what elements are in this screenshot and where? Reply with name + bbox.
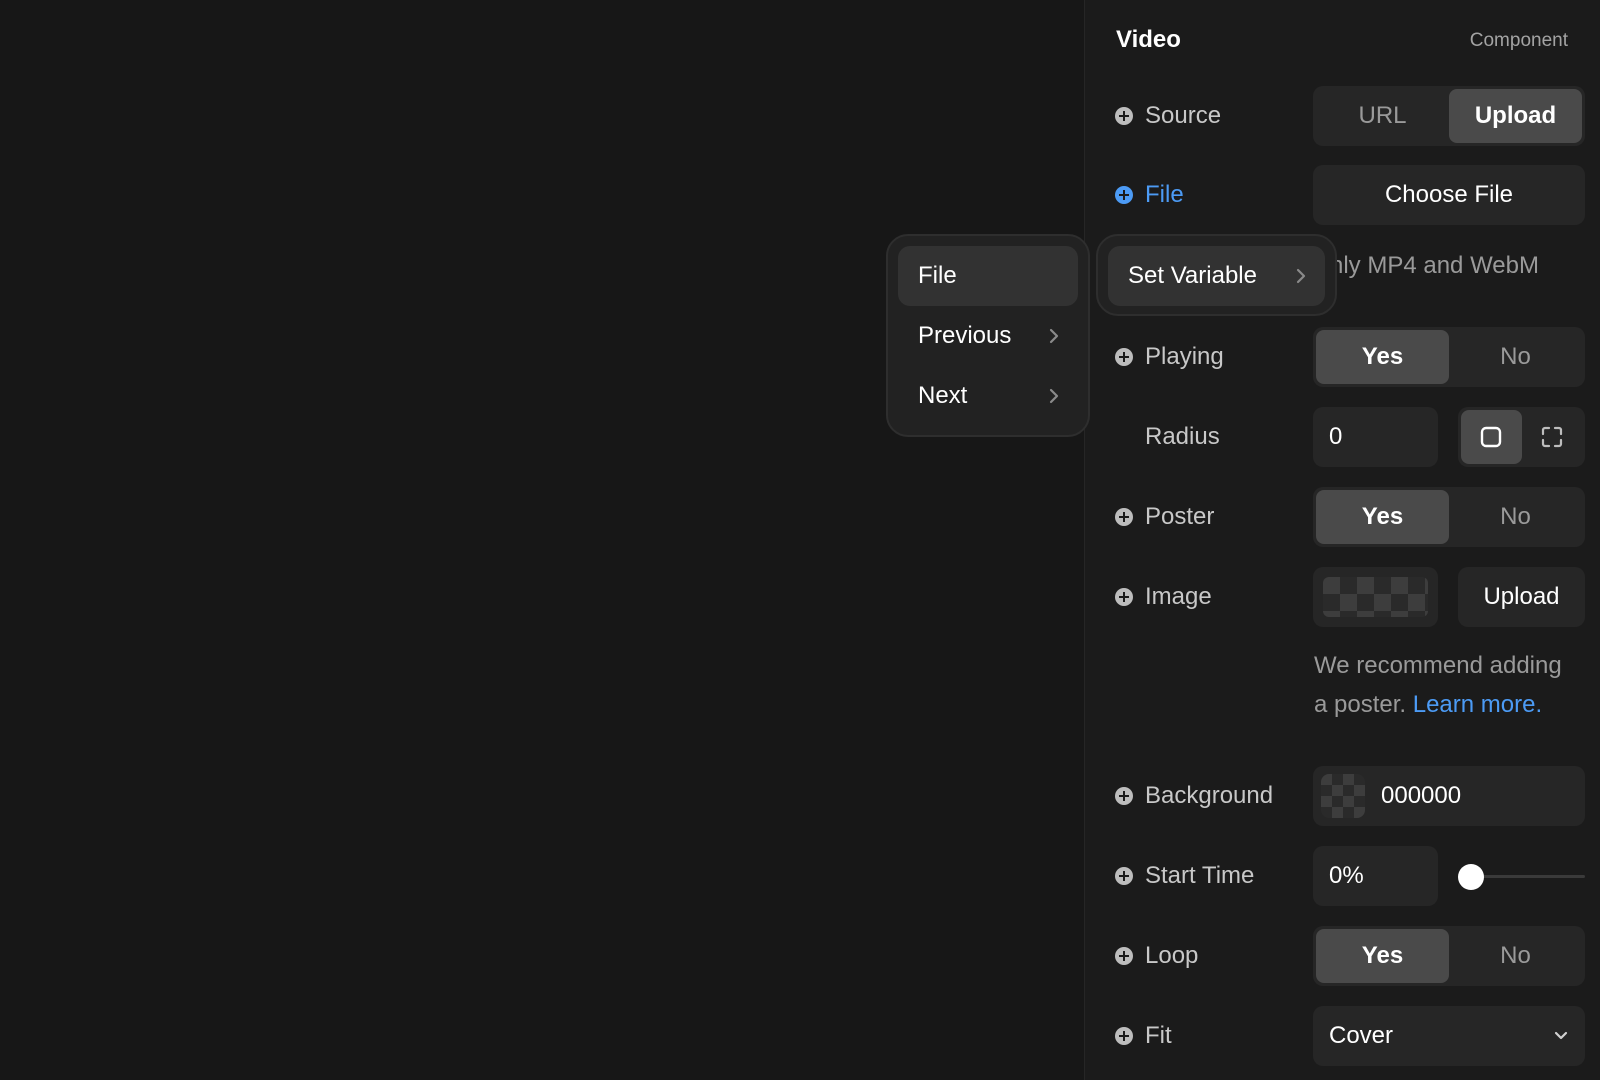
add-variable-icon[interactable] <box>1115 787 1133 805</box>
chevron-right-icon <box>1049 388 1059 404</box>
source-label: Source <box>1145 102 1222 129</box>
chevron-right-icon <box>1049 328 1059 344</box>
corners-icon <box>1541 426 1562 448</box>
start-time-label: Start Time <box>1145 862 1255 889</box>
image-row: Image Upload <box>1115 567 1585 627</box>
poster-no-option[interactable]: No <box>1449 490 1582 544</box>
add-variable-icon[interactable] <box>1115 1027 1133 1045</box>
poster-recommendation: We recommend adding a poster. Learn more… <box>1314 652 1562 718</box>
loop-label: Loop <box>1145 942 1199 969</box>
loop-segmented-control: Yes No <box>1313 926 1585 986</box>
add-variable-icon[interactable] <box>1115 867 1133 885</box>
canvas[interactable] <box>0 0 1084 1080</box>
background-label: Background <box>1145 782 1274 809</box>
background-row: Background 000000 <box>1115 766 1585 826</box>
radius-row: Radius 0 <box>1115 407 1585 467</box>
radius-input[interactable]: 0 <box>1313 407 1438 467</box>
radius-mode-toggle <box>1458 407 1585 467</box>
radius-uniform-option[interactable] <box>1461 410 1522 464</box>
add-variable-icon[interactable] <box>1115 508 1133 526</box>
poster-segmented-control: Yes No <box>1313 487 1585 547</box>
color-swatch[interactable] <box>1321 774 1365 818</box>
radius-label: Radius <box>1145 423 1220 450</box>
playing-segmented-control: Yes No <box>1313 327 1585 387</box>
learn-more-link[interactable]: Learn more. <box>1413 691 1542 718</box>
file-label[interactable]: File <box>1145 181 1184 209</box>
choose-file-button[interactable]: Choose File <box>1313 165 1585 225</box>
fit-value: Cover <box>1329 1022 1394 1049</box>
fit-row: Fit Cover <box>1115 1006 1585 1066</box>
loop-yes-option[interactable]: Yes <box>1316 929 1449 983</box>
playing-yes-option[interactable]: Yes <box>1316 330 1449 384</box>
loop-row: Loop Yes No <box>1115 926 1585 986</box>
start-time-slider[interactable] <box>1458 846 1585 906</box>
start-time-row: Start Time 0% <box>1115 846 1585 906</box>
file-row: File Choose File <box>1115 165 1585 225</box>
image-label: Image <box>1145 583 1212 610</box>
playing-row: Playing Yes No <box>1115 327 1585 387</box>
slider-knob[interactable] <box>1458 864 1484 890</box>
add-variable-icon[interactable] <box>1115 588 1133 606</box>
playing-label: Playing <box>1145 343 1224 370</box>
add-variable-icon[interactable] <box>1115 348 1133 366</box>
fit-select[interactable]: Cover <box>1313 1006 1585 1066</box>
poster-label: Poster <box>1145 503 1215 530</box>
image-preview-well[interactable] <box>1313 567 1438 627</box>
poster-row: Poster Yes No <box>1115 487 1585 547</box>
file-format-note: nly MP4 and WebM <box>1330 252 1539 279</box>
chevron-right-icon <box>1296 268 1306 284</box>
component-tag[interactable]: Component <box>1470 30 1568 52</box>
context-menu: File Previous Next <box>886 234 1090 437</box>
source-upload-option[interactable]: Upload <box>1449 89 1582 143</box>
add-variable-icon[interactable] <box>1115 186 1133 204</box>
poster-yes-option[interactable]: Yes <box>1316 490 1449 544</box>
menu-item-set-variable[interactable]: Set Variable <box>1108 246 1325 306</box>
start-time-input[interactable]: 0% <box>1313 846 1438 906</box>
menu-item-next[interactable]: Next <box>898 366 1078 426</box>
menu-item-previous[interactable]: Previous <box>898 306 1078 366</box>
add-variable-icon[interactable] <box>1115 107 1133 125</box>
radius-individual-option[interactable] <box>1522 410 1583 464</box>
chevron-down-icon <box>1554 1031 1568 1040</box>
panel-title: Video <box>1116 26 1181 53</box>
image-upload-button[interactable]: Upload <box>1458 567 1585 627</box>
fit-label: Fit <box>1145 1022 1172 1049</box>
submenu: Set Variable <box>1096 234 1337 316</box>
add-variable-icon[interactable] <box>1115 947 1133 965</box>
loop-no-option[interactable]: No <box>1449 929 1582 983</box>
square-icon <box>1481 426 1502 448</box>
source-segmented-control: URL Upload <box>1313 86 1585 146</box>
source-url-option[interactable]: URL <box>1316 89 1449 143</box>
source-row: Source URL Upload <box>1115 86 1585 146</box>
menu-item-file[interactable]: File <box>898 246 1078 306</box>
image-preview <box>1323 577 1428 617</box>
playing-no-option[interactable]: No <box>1449 330 1582 384</box>
